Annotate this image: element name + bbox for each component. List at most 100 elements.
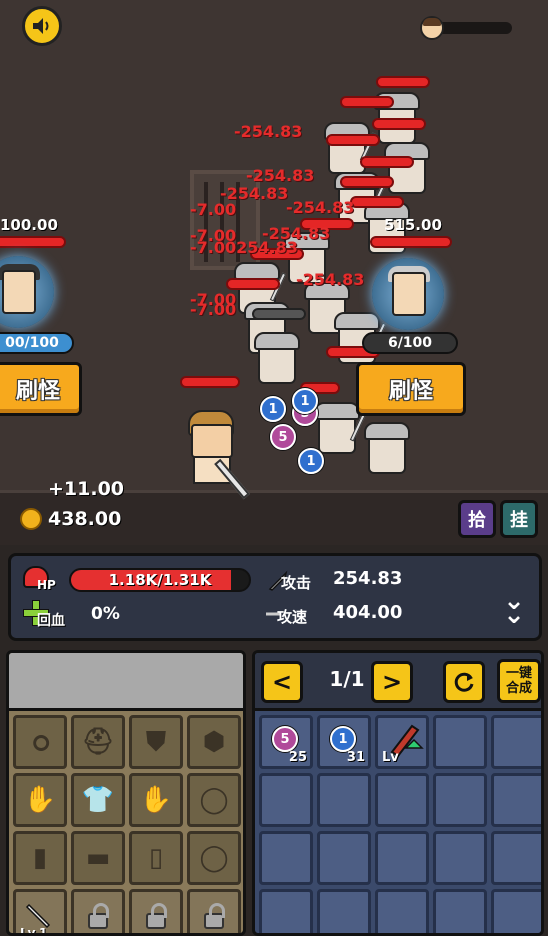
gem-drop[interactable]: 5	[270, 424, 296, 450]
player-counter: 00/100	[0, 332, 74, 354]
enemy-hp-bar	[372, 118, 426, 130]
gem-icon: ⬢	[202, 727, 226, 757]
enemy-hp-bar	[376, 76, 430, 88]
armor-icon: 👕	[81, 785, 115, 815]
glove-icon: ✋	[139, 785, 173, 815]
bag-slot[interactable]	[375, 773, 429, 827]
enemy	[250, 330, 304, 386]
refresh-button[interactable]	[443, 661, 485, 703]
equipment-slot[interactable]: ◯	[187, 831, 241, 885]
necklace-icon: ഠ	[31, 726, 49, 757]
equipment-slot[interactable]: 👕	[71, 773, 125, 827]
auto-pickup-toggle[interactable]: 拾	[458, 500, 496, 538]
bag-grid: 5 25 1 31 Lv	[259, 715, 541, 933]
boot-icon: ▮	[32, 843, 48, 873]
coin-icon	[20, 508, 42, 530]
gold-display: 438.00	[20, 508, 121, 530]
regen-value: 0%	[91, 604, 120, 624]
bag-slot[interactable]	[433, 889, 487, 933]
enemy-portrait-hp-bar	[370, 236, 452, 248]
bag-slot[interactable]	[491, 715, 541, 769]
equipment-slot[interactable]: ◯	[187, 773, 241, 827]
enemy-hp-bar	[326, 134, 380, 146]
equipment-slot[interactable]: ഠ	[13, 715, 67, 769]
locked-slot	[187, 889, 241, 933]
equipment-slot[interactable]: ▯	[129, 831, 183, 885]
equipment-slot[interactable]: ⛑	[71, 715, 125, 769]
bag-slot[interactable]	[375, 889, 429, 933]
damage-number: -254.83	[296, 270, 365, 289]
bag-slot[interactable]	[433, 773, 487, 827]
ring-icon: ◯	[199, 843, 229, 873]
bag-slot[interactable]: 5 25	[259, 715, 313, 769]
gem-drop[interactable]: 1	[292, 388, 318, 414]
player-head-icon	[420, 16, 444, 40]
equipment-panel: ഠ ⛑ ⛊ ⬢ ✋ 👕 ✋ ◯ ▮ ▬ ▯ ◯ Lv.1	[6, 650, 246, 936]
bag-slot[interactable]: Lv	[375, 715, 429, 769]
bag-slot[interactable]: 1 31	[317, 715, 371, 769]
bag-slot[interactable]	[433, 715, 487, 769]
gold-total: 438.00	[48, 508, 122, 530]
lock-icon	[146, 903, 167, 929]
speed-value: 404.00	[333, 602, 403, 623]
sound-button[interactable]	[22, 6, 62, 46]
speaker-icon	[33, 18, 49, 34]
gem-drop[interactable]: 1	[298, 448, 324, 474]
hero-hp-bar	[180, 376, 240, 388]
bag-slot[interactable]	[259, 889, 313, 933]
idle-toggle[interactable]: 挂	[500, 500, 538, 538]
bag-slot[interactable]	[259, 773, 313, 827]
equipment-slot[interactable]: ⛊	[129, 715, 183, 769]
damage-number: -7.00254.83	[190, 238, 298, 257]
next-page-button[interactable]: >	[371, 661, 413, 703]
equipment-slot[interactable]: ⬢	[187, 715, 241, 769]
stats-panel: HP 1.18K/1.31K 回血 0% 攻击 254.83 攻速 404.00…	[8, 553, 542, 641]
lock-icon	[88, 903, 109, 929]
gem-drop[interactable]: 1	[260, 396, 286, 422]
bag-slot[interactable]	[433, 831, 487, 885]
bag-slot[interactable]	[317, 889, 371, 933]
shield-icon: ⛊	[146, 726, 166, 757]
equipment-slot[interactable]: ▬	[71, 831, 125, 885]
spawn-button-right[interactable]: 刷怪	[356, 362, 466, 416]
bag-slot[interactable]	[317, 831, 371, 885]
enemy-hp-number: 515.00	[384, 216, 442, 234]
bag-slot[interactable]	[491, 831, 541, 885]
merge-all-button[interactable]: 一键合成	[497, 659, 541, 703]
pants-icon: ▬	[85, 843, 111, 873]
enemy-hp-bar	[252, 308, 306, 320]
bag-slot[interactable]	[259, 831, 313, 885]
weapon-level: Lv.1	[20, 926, 48, 936]
bag-slot[interactable]	[491, 889, 541, 933]
prev-page-button[interactable]: <	[261, 661, 303, 703]
player-portrait-hp-bar	[0, 236, 66, 248]
damage-number: -7.00	[190, 200, 237, 219]
enemy-hp-bar	[350, 196, 404, 208]
attack-value: 254.83	[333, 568, 403, 589]
lock-icon	[204, 903, 225, 929]
equipment-grid: ഠ ⛑ ⛊ ⬢ ✋ 👕 ✋ ◯ ▮ ▬ ▯ ◯ Lv.1	[13, 715, 241, 936]
damage-number: -254.83	[246, 166, 315, 185]
equipment-slot[interactable]: ▮	[13, 831, 67, 885]
hero	[188, 410, 250, 500]
enemy-portrait	[372, 258, 444, 330]
weapon-slot[interactable]: Lv.1	[13, 889, 67, 936]
locked-slot	[129, 889, 183, 933]
bag-slot[interactable]	[491, 773, 541, 827]
enemy-hp-bar	[360, 156, 414, 168]
bag-panel: < 1/1 > 一键合成 5 25 1 31 Lv	[252, 650, 544, 936]
hp-bar: 1.18K/1.31K	[69, 568, 251, 592]
bag-header: < 1/1 > 一键合成	[255, 653, 541, 711]
double-chevron-down-icon[interactable]: ⌄ ⌄	[501, 588, 527, 628]
ring-icon: ◯	[199, 785, 229, 815]
bag-slot[interactable]	[317, 773, 371, 827]
gem-icon: 1	[330, 726, 356, 752]
equipment-header	[9, 653, 243, 711]
page-indicator: 1/1	[329, 667, 365, 691]
bag-slot[interactable]	[375, 831, 429, 885]
equipment-slot[interactable]: ✋	[13, 773, 67, 827]
damage-number: -254.83	[234, 122, 303, 141]
equipment-slot[interactable]: ✋	[129, 773, 183, 827]
spawn-button-left[interactable]: 刷怪	[0, 362, 82, 416]
gold-gain: +11.00	[48, 478, 125, 500]
